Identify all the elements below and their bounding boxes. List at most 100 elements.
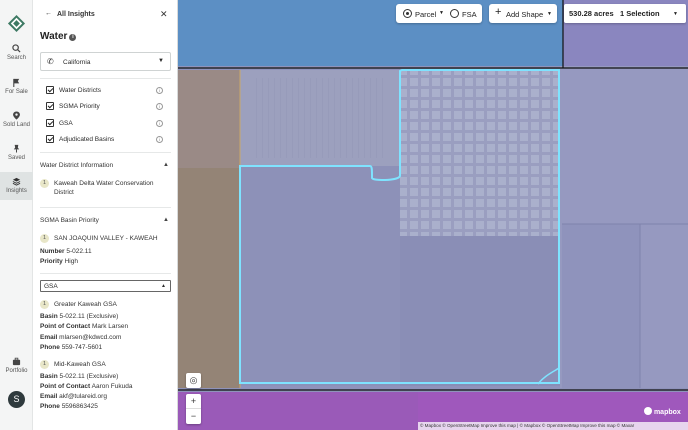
locate-button[interactable]: ◎ [186, 373, 201, 388]
map-attribution[interactable]: © Mapbox © OpenStreetMap Improve this ma… [418, 422, 688, 430]
chevron-down-icon[interactable]: ▼ [673, 11, 678, 17]
chevron-down-icon: ▼ [158, 58, 164, 64]
divider [40, 152, 171, 153]
gsa-select-value: GSA [44, 283, 58, 290]
divider [40, 207, 171, 208]
divider [40, 78, 171, 79]
zoom-in-button[interactable]: + [186, 394, 201, 409]
info-icon[interactable]: i [156, 103, 163, 110]
info-icon[interactable]: i [156, 120, 163, 127]
collapse-caret-icon[interactable]: ▲ [163, 162, 169, 168]
sgma-basin-name: SAN JOAQUIN VALLEY - KAWEAH [54, 235, 158, 242]
field-right-lower [562, 224, 640, 388]
layers-icon [12, 177, 21, 186]
plus-icon: + [495, 6, 502, 18]
gsa-email-label: Email [40, 334, 58, 341]
phone-icon: ✆ [47, 57, 54, 66]
rail-insights[interactable]: Insights [0, 172, 33, 200]
back-arrow-icon[interactable]: ← [45, 10, 52, 17]
divider [40, 273, 171, 274]
fsa-radio[interactable] [450, 9, 459, 18]
avatar[interactable]: S [8, 391, 25, 408]
info-icon[interactable]: i [156, 136, 163, 143]
rail-portfolio[interactable]: Portfolio [0, 357, 33, 374]
briefcase-icon [12, 357, 21, 366]
search-icon [12, 44, 21, 53]
parcel-fsa-toggle[interactable]: Parcel ▼ FSA [396, 4, 482, 23]
water-districts-checkbox[interactable] [46, 86, 54, 94]
mapbox-mark-icon [644, 407, 652, 415]
gsa-basin-value: 5-022.11 (Exclusive) [59, 373, 119, 380]
sgma-number-value: 5-022.11 [66, 248, 92, 255]
parcel-radio[interactable] [403, 9, 412, 18]
app-logo-icon[interactable] [7, 14, 26, 33]
selection-count[interactable]: 1 Selection [620, 9, 660, 18]
water-district-section-title[interactable]: Water District Information [40, 162, 113, 169]
gsa-phone-label: Phone [40, 344, 60, 351]
water-district-name: Kaweah Delta Water Conservation District [54, 179, 153, 197]
state-select[interactable]: ✆ California ▼ [40, 52, 171, 71]
acres-value: 530.28 acres [569, 9, 614, 18]
zoom-out-button[interactable]: − [186, 409, 201, 424]
gsa-phone-value: 559-747-5601 [61, 344, 103, 351]
sgma-priority-checkbox[interactable] [46, 102, 54, 110]
rail-for-sale[interactable]: For Sale [0, 78, 33, 95]
rail-for-sale-label: For Sale [5, 89, 28, 95]
selection-summary[interactable]: 530.28 acres 1 Selection ▼ [564, 4, 686, 23]
gsa-label: GSA [59, 120, 73, 127]
gsa-email-value[interactable]: akf@tulareid.org [59, 393, 107, 400]
gsa-select[interactable]: GSA ▲ [40, 280, 171, 292]
sgma-number: Number 5-022.11 [40, 248, 92, 255]
parcel-label[interactable]: Parcel [415, 10, 436, 19]
gsa-contact-label: Point of Contact [40, 323, 91, 330]
icon-rail: Search For Sale Sold Land Saved Insights… [0, 0, 33, 430]
info-icon[interactable]: i [156, 87, 163, 94]
field-left-lower [178, 168, 240, 388]
gsa-email: Email akf@tulareid.org [40, 393, 107, 400]
adjudicated-basins-label: Adjudicated Basins [59, 136, 115, 143]
gsa-checkbox[interactable] [46, 119, 54, 127]
gsa-email-label: Email [40, 393, 58, 400]
gsa-contact-value: Aaron Fukuda [91, 383, 133, 390]
rail-sold-land-label: Sold Land [2, 122, 31, 128]
mapbox-logo-text: mapbox [653, 409, 681, 416]
chevron-up-icon: ▲ [161, 283, 166, 289]
sgma-priority-label: Priority [40, 258, 63, 265]
chevron-down-icon[interactable]: ▼ [439, 10, 444, 16]
chevron-down-icon: ▼ [547, 11, 552, 17]
gsa-phone: Phone 559-747-5601 [40, 344, 102, 351]
gsa-name: Mid-Kaweah GSA [54, 361, 106, 368]
zoom-control[interactable]: + − [186, 394, 201, 424]
crosshair-icon: ◎ [189, 375, 198, 385]
collapse-caret-icon[interactable]: ▲ [163, 217, 169, 223]
gsa-phone: Phone 5596863425 [40, 403, 98, 410]
gsa-basin-label: Basin [40, 373, 58, 380]
index-badge: 1 [40, 234, 49, 243]
rail-sold-land[interactable]: Sold Land [0, 111, 33, 128]
info-icon[interactable]: i [69, 34, 77, 41]
gsa-email: Email mlarsen@kdwcd.com [40, 334, 121, 341]
sgma-priority: Priority High [40, 258, 78, 265]
all-insights-link[interactable]: All Insights [57, 11, 95, 18]
index-badge: 1 [40, 360, 49, 369]
map-canvas[interactable]: Parcel ▼ FSA + Add Shape ▼ 530.28 acres … [178, 0, 688, 430]
add-shape-button[interactable]: + Add Shape ▼ [489, 4, 557, 23]
gsa-contact-value: Mark Larsen [92, 323, 129, 330]
fsa-label[interactable]: FSA [462, 10, 477, 19]
index-badge: 1 [40, 300, 49, 309]
close-icon[interactable]: ✕ [160, 9, 168, 20]
rail-search[interactable]: Search [0, 44, 33, 61]
rail-saved[interactable]: Saved [0, 144, 33, 161]
gsa-contact: Point of Contact Mark Larsen [40, 323, 128, 330]
pushpin-icon [13, 144, 20, 153]
flag-icon [13, 78, 20, 87]
rail-saved-label: Saved [7, 155, 25, 161]
gsa-phone-label: Phone [40, 403, 60, 410]
map-imagery[interactable] [178, 0, 688, 430]
gsa-basin-value: 5-022.11 (Exclusive) [59, 313, 119, 320]
gsa-phone-value: 5596863425 [61, 403, 98, 410]
adjudicated-basins-checkbox[interactable] [46, 135, 54, 143]
mapbox-logo: mapbox [644, 407, 681, 416]
sgma-section-title[interactable]: SGMA Basin Priority [40, 217, 99, 224]
gsa-email-value[interactable]: mlarsen@kdwcd.com [59, 334, 121, 341]
